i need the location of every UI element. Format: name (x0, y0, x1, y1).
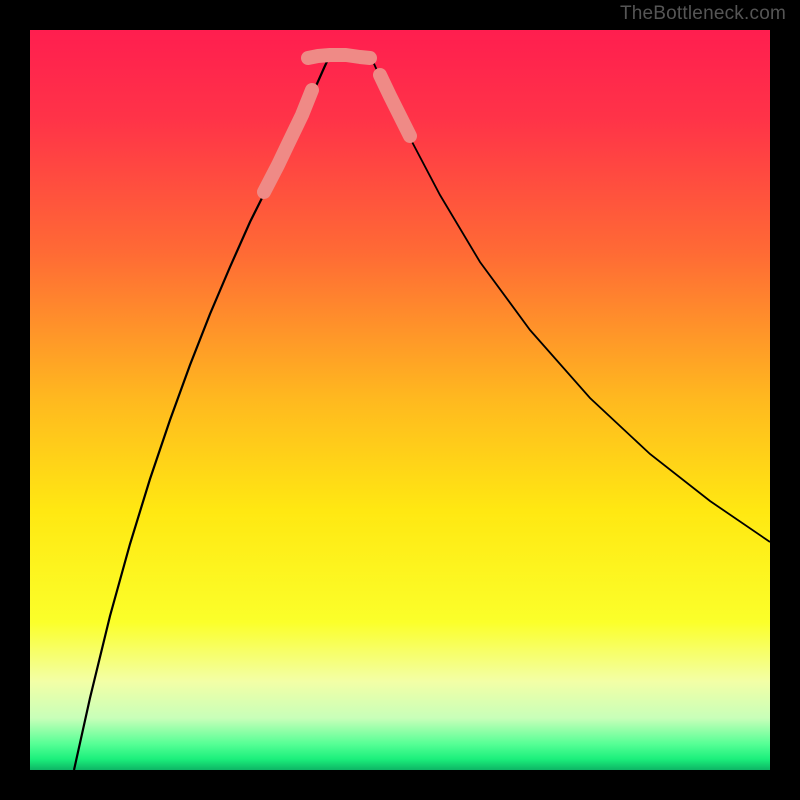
watermark-text: TheBottleneck.com (620, 3, 786, 25)
gradient-background (30, 30, 770, 770)
series-valley-floor (308, 55, 370, 58)
chart-frame (30, 30, 770, 770)
bottleneck-curve-chart (30, 30, 770, 770)
